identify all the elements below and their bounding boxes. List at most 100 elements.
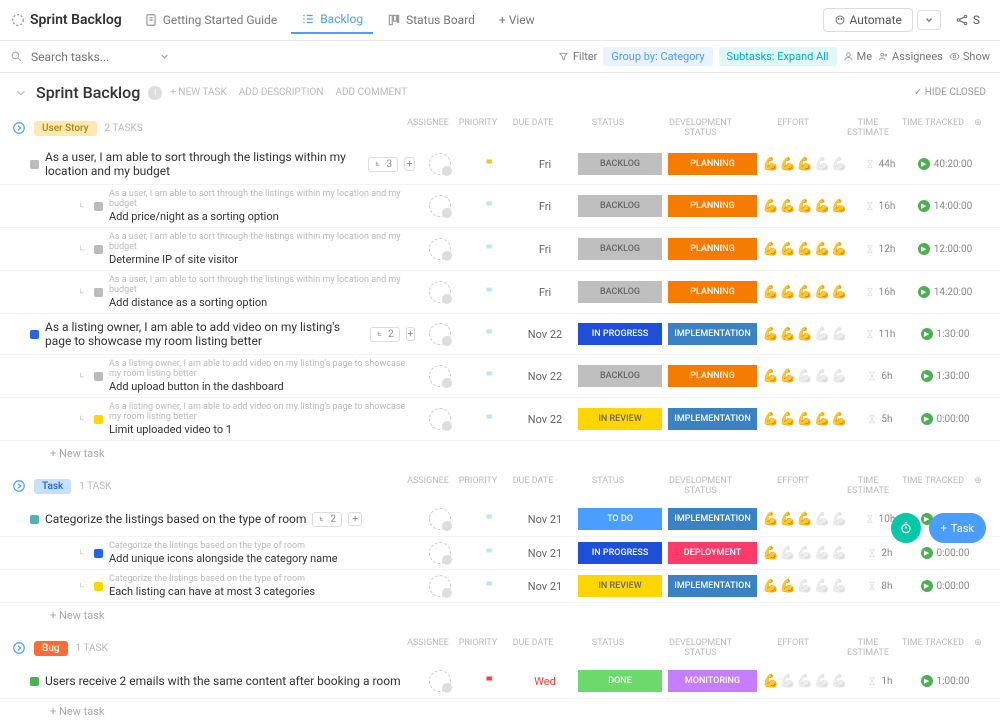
add-subtask-button[interactable]: +: [406, 327, 415, 341]
automate-button[interactable]: Automate: [823, 8, 913, 32]
tracked-cell[interactable]: ▶14:20:00: [910, 286, 980, 298]
priority-cell[interactable]: [465, 158, 515, 170]
subtask-row[interactable]: Categorize the listings based on the typ…: [0, 537, 1000, 570]
task-row[interactable]: As a user, I am able to sort through the…: [0, 144, 1000, 185]
hide-closed-toggle[interactable]: ✓ HIDE CLOSED: [914, 87, 986, 98]
task-row[interactable]: Users receive 2 emails with the same con…: [0, 664, 1000, 699]
effort-cell[interactable]: 💪💪💪💪💪: [760, 674, 850, 689]
priority-cell[interactable]: [465, 413, 515, 425]
estimate-cell[interactable]: 11h: [850, 329, 910, 340]
status-square[interactable]: [94, 582, 103, 591]
subtask-count[interactable]: 2: [312, 512, 342, 527]
status-pill[interactable]: IN PROGRESS: [578, 323, 662, 345]
assignee-placeholder[interactable]: [429, 365, 451, 387]
effort-cell[interactable]: 💪💪💪💪💪: [760, 546, 850, 561]
duedate-cell[interactable]: Wed: [515, 675, 575, 688]
group-collapse-icon[interactable]: [12, 641, 26, 655]
devstatus-pill[interactable]: PLANNING: [668, 281, 757, 303]
priority-cell[interactable]: [465, 328, 515, 340]
fab-new-task[interactable]: + Task: [929, 513, 986, 543]
devstatus-pill[interactable]: PLANNING: [668, 153, 757, 175]
group-collapse-icon[interactable]: [12, 121, 26, 135]
tab-backlog[interactable]: Backlog: [291, 6, 373, 34]
fab-record[interactable]: [891, 513, 921, 543]
status-pill[interactable]: TO DO: [578, 508, 662, 530]
duedate-cell[interactable]: Fri: [515, 243, 575, 256]
status-square[interactable]: [94, 372, 103, 381]
priority-cell[interactable]: [465, 547, 515, 559]
priority-cell[interactable]: [465, 243, 515, 255]
estimate-cell[interactable]: 8h: [850, 581, 910, 592]
effort-cell[interactable]: 💪💪💪💪💪: [760, 199, 850, 214]
assignee-placeholder[interactable]: [429, 575, 451, 597]
estimate-cell[interactable]: 16h: [850, 287, 910, 298]
info-icon[interactable]: i: [148, 86, 162, 100]
devstatus-pill[interactable]: DEPLOYMENT: [668, 542, 757, 564]
subtask-count[interactable]: 3: [368, 157, 398, 172]
tab-status-board[interactable]: Status Board: [377, 7, 485, 33]
tracked-cell[interactable]: ▶0:00:00: [910, 547, 980, 559]
assignee-placeholder[interactable]: [429, 408, 451, 430]
new-task-link[interactable]: + NEW TASK: [170, 87, 226, 98]
add-column-button[interactable]: ⊕: [968, 638, 988, 658]
assignee-placeholder[interactable]: [429, 281, 451, 303]
group-badge[interactable]: Bug: [34, 641, 68, 656]
subtask-row[interactable]: As a listing owner, I am able to add vid…: [0, 355, 1000, 398]
tracked-cell[interactable]: ▶14:00:00: [910, 200, 980, 212]
subtask-row[interactable]: As a user, I am able to sort through the…: [0, 185, 1000, 228]
effort-cell[interactable]: 💪💪💪💪💪: [760, 412, 850, 427]
tracked-cell[interactable]: ▶1:30:00: [910, 370, 980, 382]
assignee-placeholder[interactable]: [429, 508, 451, 530]
duedate-cell[interactable]: Nov 21: [515, 547, 575, 560]
add-description-link[interactable]: ADD DESCRIPTION: [239, 87, 324, 98]
status-pill[interactable]: BACKLOG: [578, 153, 662, 175]
status-pill[interactable]: BACKLOG: [578, 281, 662, 303]
estimate-cell[interactable]: 5h: [850, 414, 910, 425]
duedate-cell[interactable]: Nov 21: [515, 580, 575, 593]
tracked-cell[interactable]: ▶12:00:00: [910, 243, 980, 255]
tracked-cell[interactable]: ▶0:00:00: [910, 413, 980, 425]
subtask-count[interactable]: 2: [370, 327, 400, 342]
subtask-row[interactable]: As a listing owner, I am able to add vid…: [0, 398, 1000, 441]
devstatus-pill[interactable]: IMPLEMENTATION: [668, 323, 757, 345]
status-pill[interactable]: DONE: [578, 670, 662, 692]
status-pill[interactable]: IN REVIEW: [578, 575, 662, 597]
devstatus-pill[interactable]: IMPLEMENTATION: [668, 575, 757, 597]
devstatus-pill[interactable]: PLANNING: [668, 238, 757, 260]
status-square[interactable]: [94, 415, 103, 424]
duedate-cell[interactable]: Nov 21: [515, 513, 575, 526]
duedate-cell[interactable]: Nov 22: [515, 328, 575, 341]
status-square[interactable]: [94, 245, 103, 254]
estimate-cell[interactable]: 12h: [850, 244, 910, 255]
effort-cell[interactable]: 💪💪💪💪💪: [760, 369, 850, 384]
subtasks-chip[interactable]: Subtasks: Expand All: [719, 47, 837, 66]
estimate-cell[interactable]: 1h: [850, 676, 910, 687]
status-pill[interactable]: BACKLOG: [578, 365, 662, 387]
task-row[interactable]: As a listing owner, I am able to add vid…: [0, 314, 1000, 355]
add-view-button[interactable]: + View: [489, 7, 545, 33]
duedate-cell[interactable]: Nov 22: [515, 413, 575, 426]
priority-cell[interactable]: [465, 370, 515, 382]
subtask-row[interactable]: Categorize the listings based on the typ…: [0, 570, 1000, 603]
status-pill[interactable]: IN PROGRESS: [578, 542, 662, 564]
add-column-button[interactable]: ⊕: [968, 476, 988, 496]
duedate-cell[interactable]: Fri: [515, 158, 575, 171]
automate-dropdown[interactable]: [917, 10, 941, 30]
group-collapse-icon[interactable]: [12, 479, 26, 493]
priority-cell[interactable]: [465, 580, 515, 592]
tab-getting-started[interactable]: Getting Started Guide: [134, 7, 287, 33]
assignee-placeholder[interactable]: [429, 195, 451, 217]
assignees-filter[interactable]: Assignees: [878, 50, 943, 63]
effort-cell[interactable]: 💪💪💪💪💪: [760, 512, 850, 527]
group-badge[interactable]: User Story: [34, 121, 97, 136]
tracked-cell[interactable]: ▶0:00:00: [910, 580, 980, 592]
tracked-cell[interactable]: ▶1:00:00: [910, 675, 980, 687]
add-column-button[interactable]: ⊕: [968, 118, 988, 138]
status-square[interactable]: [94, 202, 103, 211]
filter-button[interactable]: Filter: [558, 50, 598, 63]
assignee-placeholder[interactable]: [429, 670, 451, 692]
estimate-cell[interactable]: 44h: [850, 159, 910, 170]
status-pill[interactable]: BACKLOG: [578, 195, 662, 217]
assignee-placeholder[interactable]: [429, 153, 451, 175]
effort-cell[interactable]: 💪💪💪💪💪: [760, 157, 850, 172]
